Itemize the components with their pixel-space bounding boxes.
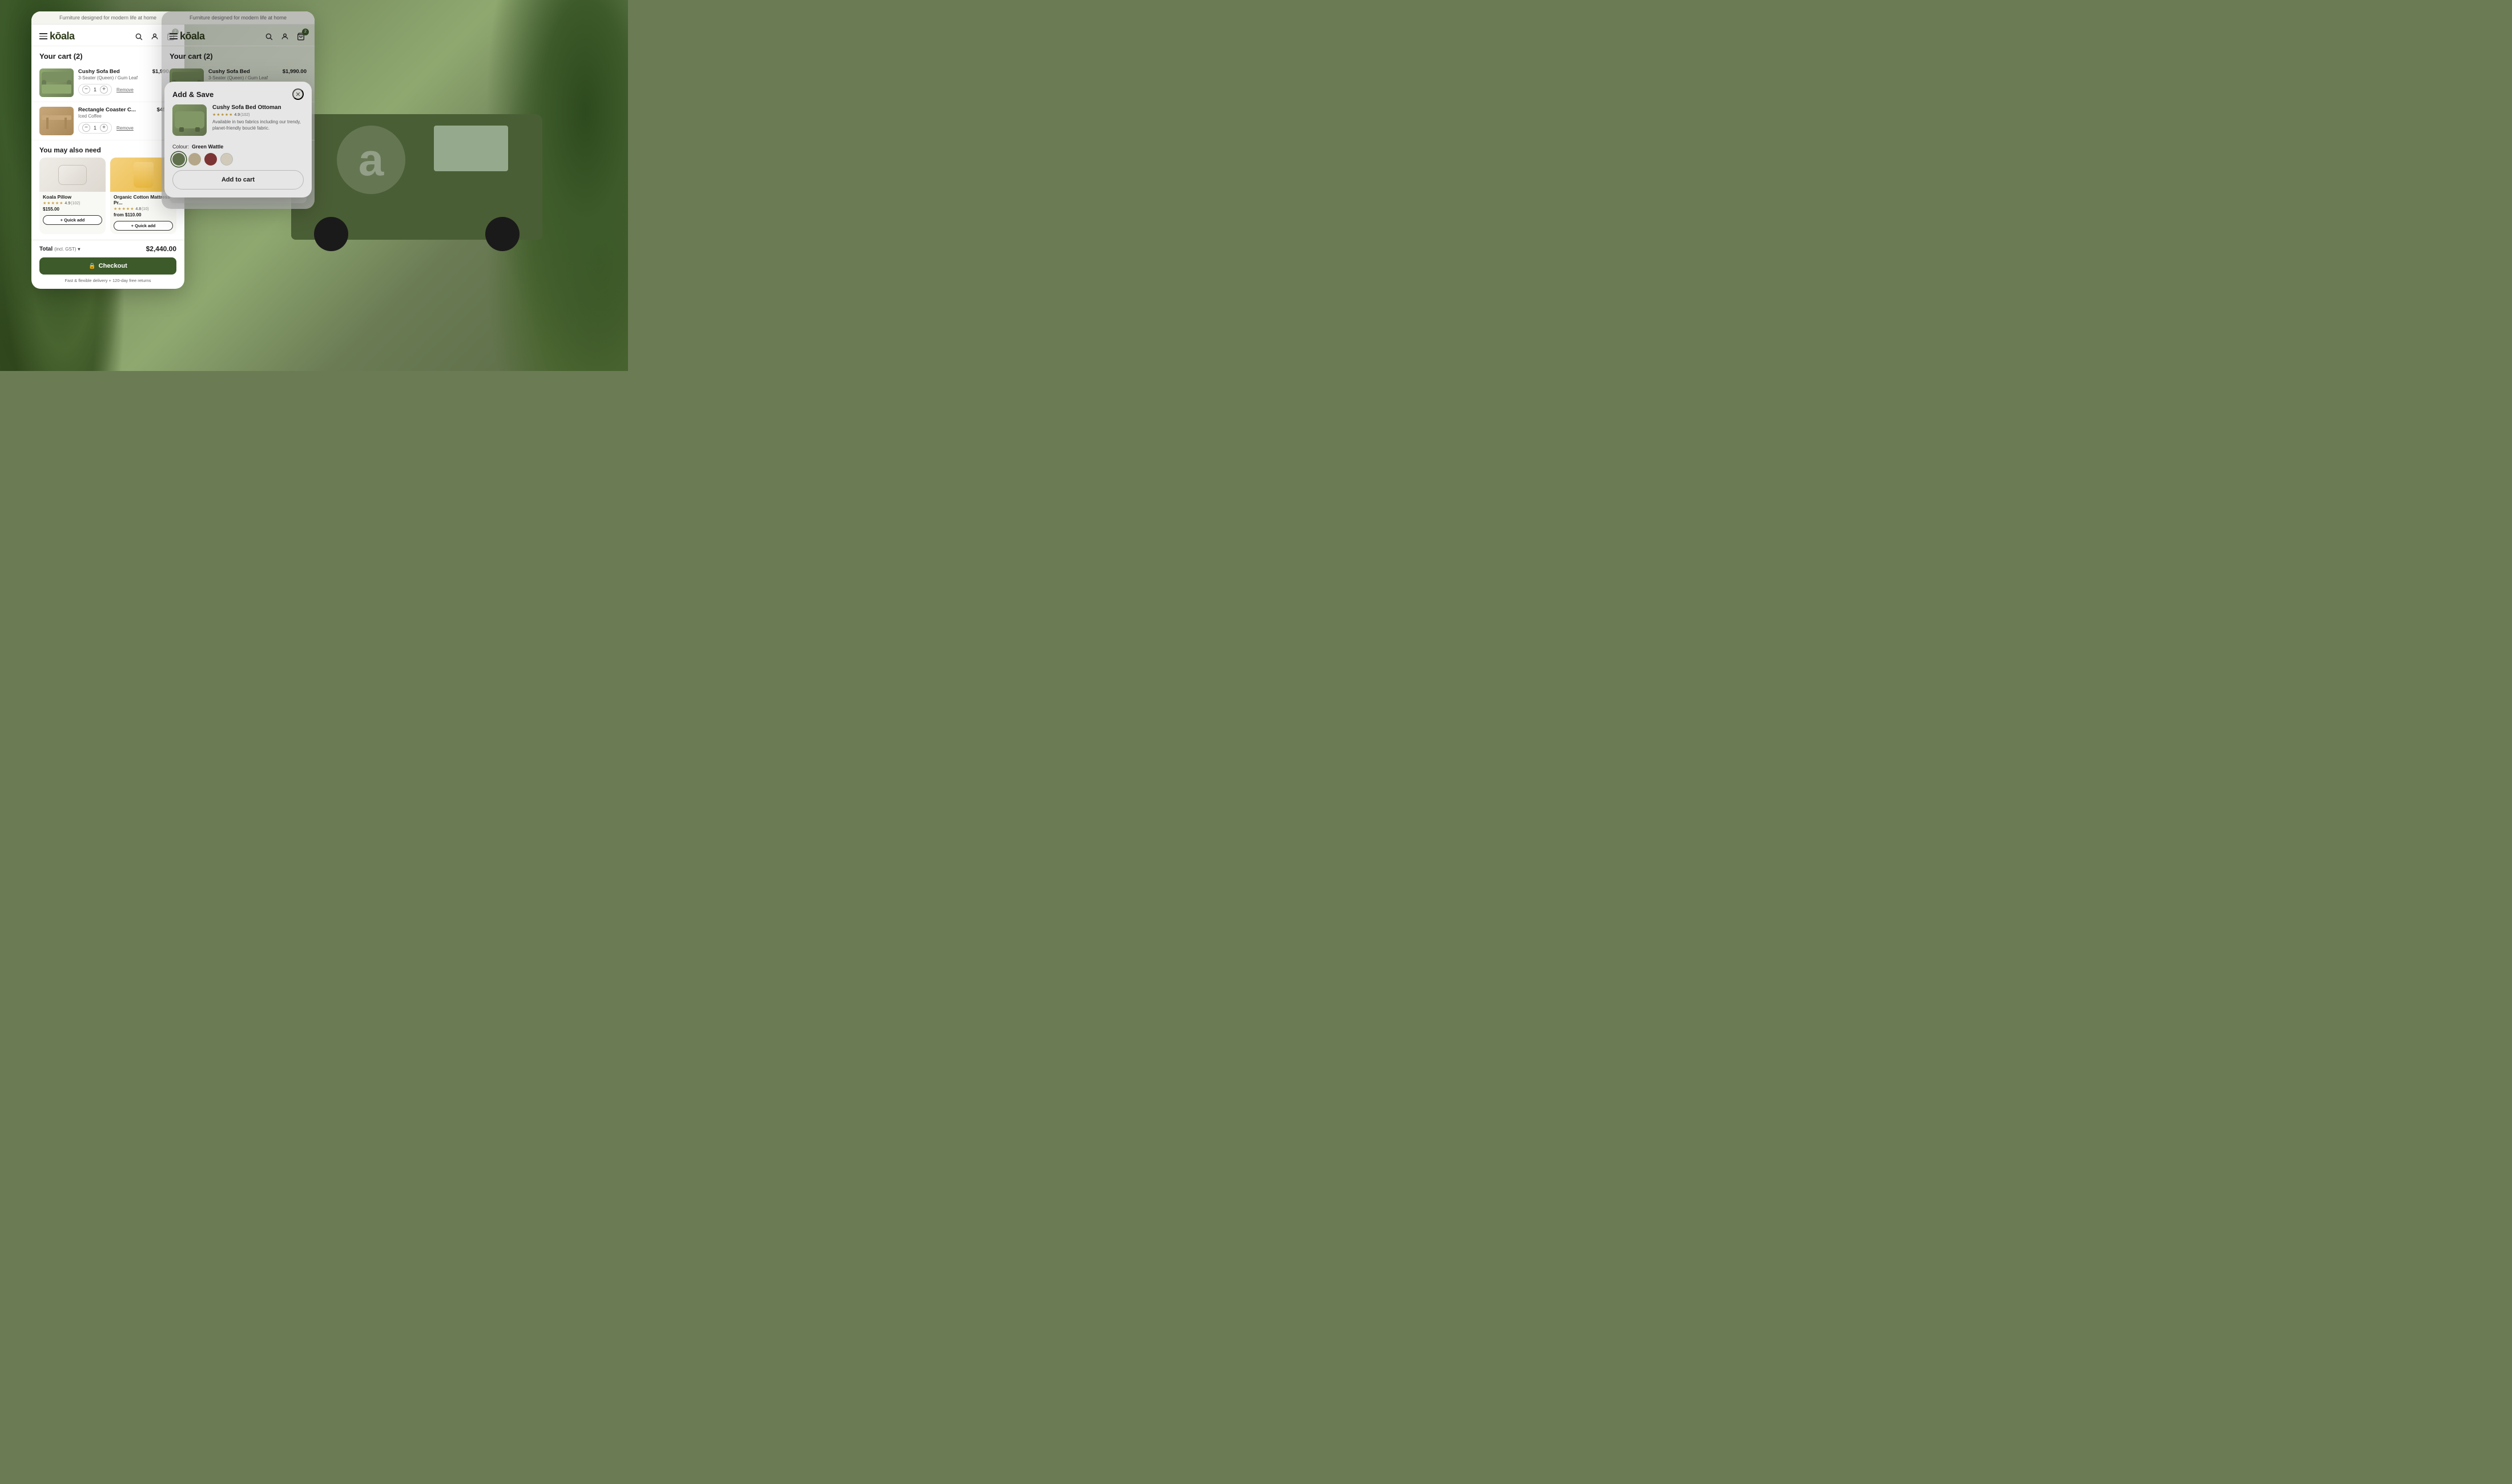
modal-title: Add & Save: [172, 90, 214, 99]
star-icon: ★: [130, 207, 134, 211]
rating-number: 4.9: [65, 201, 70, 205]
star-icon: ★: [43, 201, 46, 205]
upsell-image-pillow: [39, 158, 106, 192]
product-image-table: [39, 107, 74, 135]
modal-rating-number: 4.9: [234, 113, 240, 117]
checkout-button[interactable]: 🔒 Checkout: [39, 257, 176, 275]
basket-shape: [134, 162, 154, 188]
star-icon: ★: [114, 207, 117, 211]
modal-product-details: Cushy Sofa Bed Ottoman ★ ★ ★ ★ ★ 4.9 (10…: [212, 104, 304, 131]
colour-swatch-sand[interactable]: [188, 153, 201, 166]
hamburger-menu[interactable]: [39, 33, 47, 39]
colour-swatch-burgundy[interactable]: [204, 153, 217, 166]
selected-colour-name: Green Wattle: [192, 144, 223, 150]
quantity-value: 1: [94, 125, 96, 131]
star-icon: ★: [229, 112, 232, 117]
quantity-increase-button[interactable]: +: [100, 86, 108, 94]
quantity-control: − 1 +: [78, 122, 112, 134]
product-rating: ★ ★ ★ ★ ★ 4.9 (102): [43, 201, 102, 205]
colour-label: Colour: Green Wattle: [172, 144, 304, 150]
add-save-modal: Add & Save ✕ Cushy Sofa Bed Ottoman: [164, 82, 312, 197]
quantity-decrease-button[interactable]: −: [82, 86, 90, 94]
lock-icon: 🔒: [88, 263, 95, 269]
quantity-value: 1: [94, 87, 96, 92]
cart-item-details: Rectangle Coaster C... Iced Coffee − 1 +…: [78, 107, 152, 134]
remove-item-button[interactable]: Remove: [116, 126, 134, 131]
product-rating: ★ ★ ★ ★ ★ 4.8 (10): [114, 207, 173, 211]
star-icon: ★: [225, 112, 228, 117]
modal-product-name: Cushy Sofa Bed Ottoman: [212, 104, 304, 111]
table-shape: [42, 113, 71, 129]
chevron-down-icon[interactable]: ▾: [78, 247, 80, 252]
total-amount: $2,440.00: [146, 245, 176, 253]
star-icon: ★: [59, 201, 63, 205]
total-label: Total (incl. GST) ▾: [39, 246, 80, 252]
modal-product-rating: ★ ★ ★ ★ ★ 4.9 (102): [212, 112, 304, 117]
quick-add-button-mattress[interactable]: + Quick add: [114, 221, 173, 231]
modal-product-description: Available in two fabrics including our t…: [212, 119, 304, 131]
star-icon: ★: [221, 112, 224, 117]
add-to-cart-button[interactable]: Add to cart: [172, 170, 304, 189]
upsell-price: $155.00: [43, 207, 102, 212]
upsell-card-pillow: Koala Pillow ★ ★ ★ ★ ★ 4.9 (102) $155.00…: [39, 158, 106, 234]
star-icon: ★: [47, 201, 50, 205]
upsell-product-name: Koala Pillow: [43, 194, 102, 200]
delivery-note: Fast & flexible delivery + 120-day free …: [31, 278, 184, 289]
rating-number: 4.8: [135, 207, 141, 211]
rating-count: (10): [142, 207, 148, 211]
modal-product-image: [172, 104, 207, 136]
star-icon: ★: [51, 201, 55, 205]
colour-swatch-cream[interactable]: [220, 153, 233, 166]
total-text: Total: [39, 246, 53, 252]
quantity-row: − 1 + Remove: [78, 84, 148, 95]
total-gst-label: (incl. GST): [54, 247, 76, 252]
quantity-row: − 1 + Remove: [78, 122, 152, 134]
pillow-shape: [58, 165, 87, 185]
star-icon: ★: [216, 112, 220, 117]
modal-product-info: Cushy Sofa Bed Ottoman ★ ★ ★ ★ ★ 4.9 (10…: [164, 104, 312, 142]
colour-swatch-green-wattle[interactable]: [172, 153, 185, 166]
ottoman-shape: [175, 109, 204, 132]
star-icon: ★: [55, 201, 59, 205]
logo-area: kōala: [39, 30, 75, 42]
upsell-price: from $110.00: [114, 212, 173, 217]
quantity-increase-button[interactable]: +: [100, 124, 108, 132]
sofa-shape: [42, 72, 71, 94]
cart-item-name: Rectangle Coaster C...: [78, 107, 152, 113]
star-icon: ★: [126, 207, 130, 211]
modal-rating-count: (102): [240, 113, 249, 117]
star-icon: ★: [212, 112, 216, 117]
modal-close-button[interactable]: ✕: [292, 88, 304, 100]
checkout-label: Checkout: [99, 263, 127, 269]
quick-add-button-pillow[interactable]: + Quick add: [43, 215, 102, 225]
quantity-decrease-button[interactable]: −: [82, 124, 90, 132]
cart-item-variant: 3-Seater (Queen) / Gum Leaf: [78, 75, 148, 80]
quantity-control: − 1 +: [78, 84, 112, 95]
cart-item-details: Cushy Sofa Bed 3-Seater (Queen) / Gum Le…: [78, 68, 148, 95]
remove-item-button[interactable]: Remove: [116, 87, 134, 92]
search-icon[interactable]: [133, 31, 144, 42]
colour-section: Colour: Green Wattle: [164, 142, 312, 170]
cart-panel-secondary: Furniture designed for modern life at ho…: [162, 11, 315, 209]
cart-item-variant: Iced Coffee: [78, 114, 152, 119]
star-icon: ★: [118, 207, 121, 211]
star-icon: ★: [122, 207, 126, 211]
rating-count: (102): [71, 201, 80, 205]
cart-item-name: Cushy Sofa Bed: [78, 68, 148, 75]
modal-header: Add & Save ✕: [164, 82, 312, 104]
account-icon[interactable]: [149, 31, 160, 42]
upsell-info: Koala Pillow ★ ★ ★ ★ ★ 4.9 (102) $155.00: [39, 192, 106, 213]
cart-total-row: Total (incl. GST) ▾ $2,440.00: [31, 240, 184, 257]
site-logo: kōala: [50, 30, 75, 42]
colour-text: Colour:: [172, 144, 189, 150]
colour-swatches: [172, 153, 304, 166]
product-image-sofa: [39, 68, 74, 97]
